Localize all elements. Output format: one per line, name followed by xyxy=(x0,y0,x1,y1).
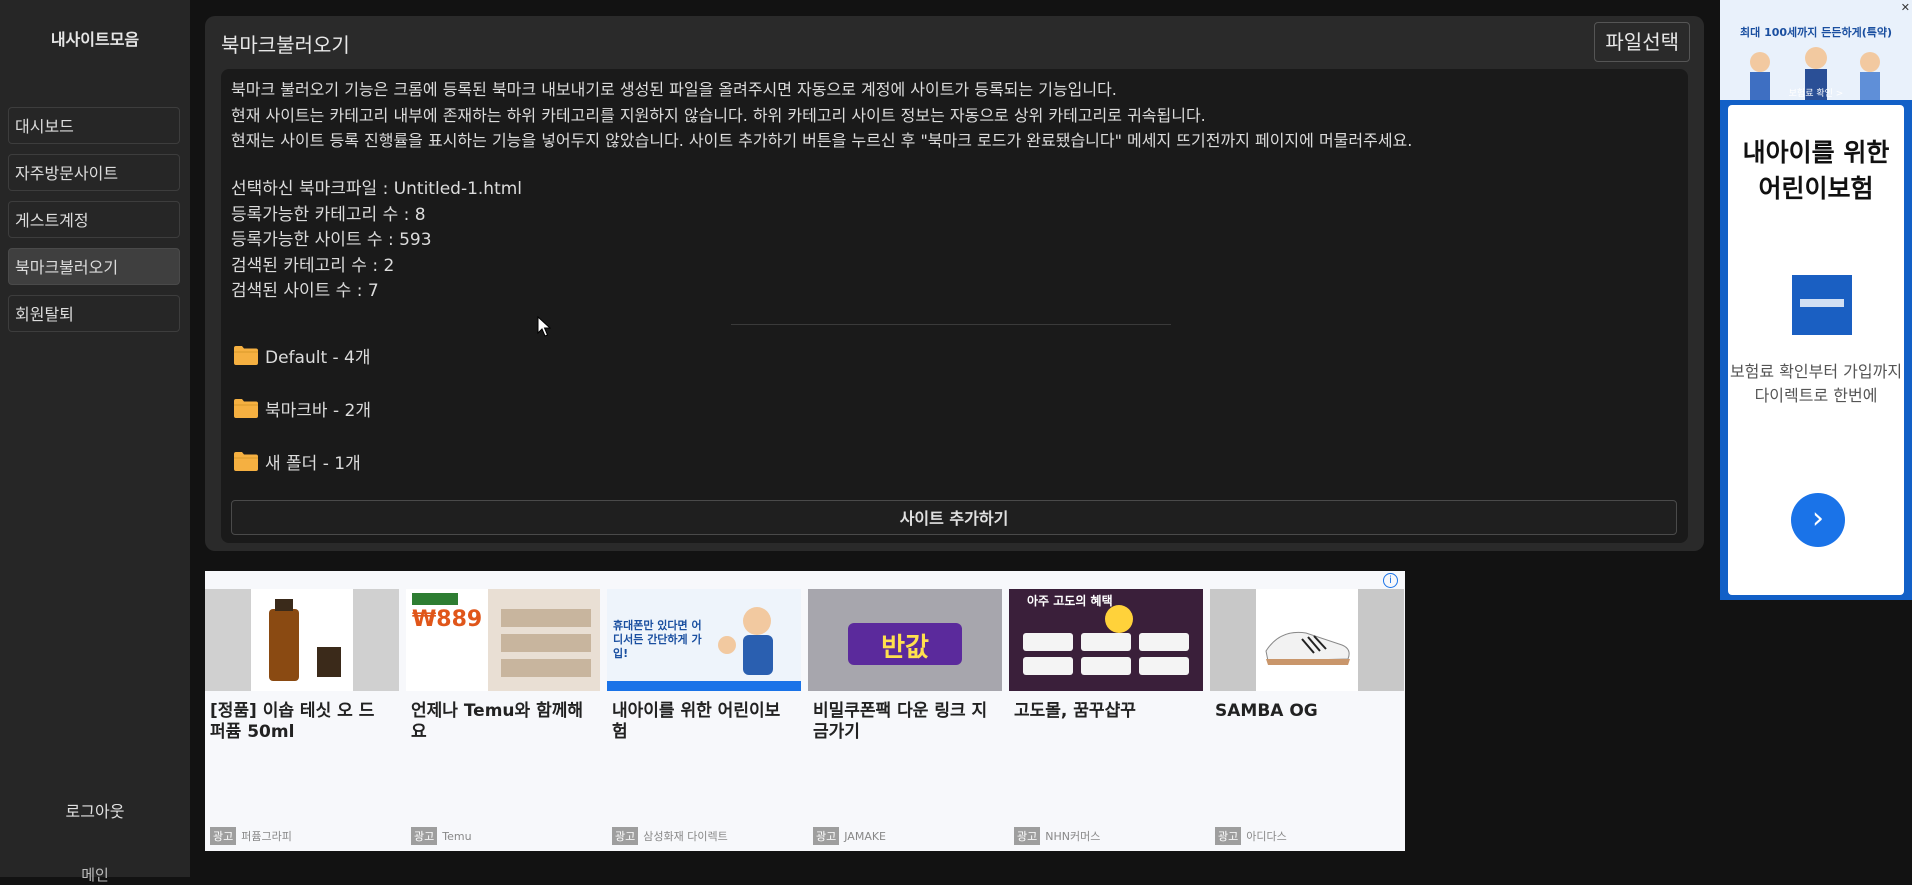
ad-footer: 광고 퍼퓸그라피 xyxy=(210,827,292,845)
folder-item[interactable]: 새 폴더 - 1개 xyxy=(233,446,361,476)
file-stats: 선택하신 북마크파일 : Untitled-1.html 등록가능한 카테고리 … xyxy=(231,177,522,305)
sidebar-item-import-bookmarks[interactable]: 북마크불러오기 xyxy=(8,248,180,285)
description: 북마크 불러오기 기능은 크롬에 등록된 북마크 내보내기로 생성된 파일을 올… xyxy=(231,77,1412,154)
ad-footer: 광고 NHN커머스 xyxy=(1014,827,1100,845)
file-select-button[interactable]: 파일선택 xyxy=(1594,22,1690,62)
ad-advertiser: Temu xyxy=(442,829,472,843)
ad-info-icon[interactable]: i xyxy=(1383,573,1398,588)
ad-card[interactable]: 아주 고도의 혜택 고도몰, 꿈꾸샵꾸 광고 NHN커머스 xyxy=(1009,589,1203,849)
ad-title[interactable]: SAMBA OG xyxy=(1215,701,1395,722)
ad-image-text: 아주 고도의 혜택 xyxy=(1027,594,1113,608)
ad-badge: 광고 xyxy=(1014,827,1041,845)
ad-title[interactable]: 언제나 Temu와 함께해요 xyxy=(411,701,591,743)
ad-footer: 광고 Temu xyxy=(411,827,472,845)
description-line: 북마크 불러오기 기능은 크롬에 등록된 북마크 내보내기로 생성된 파일을 올… xyxy=(231,80,1117,99)
category-capacity-stat: 등록가능한 카테고리 수 : 8 xyxy=(231,204,426,225)
sidebar-item-guest-account[interactable]: 게스트계정 xyxy=(8,201,180,238)
ad-advertiser: NHN커머스 xyxy=(1045,830,1101,843)
ad-badge: 광고 xyxy=(210,827,237,845)
site-capacity-stat: 등록가능한 사이트 수 : 593 xyxy=(231,230,432,250)
family-illustration xyxy=(1720,0,1912,100)
ad-image-temu: ₩889 xyxy=(406,589,600,691)
description-line: 현재는 사이트 등록 진행률을 표시하는 기능을 넣어두지 않았습니다. 사이트… xyxy=(231,131,1413,150)
sidebar-item-withdraw[interactable]: 회원탈퇴 xyxy=(8,295,180,332)
ad-image-coupon: 반값 xyxy=(808,589,1002,691)
ad-image-text: 반값 xyxy=(881,633,929,663)
ad-banner-bottom[interactable]: i [정품] 이솝 테싯 오 드 퍼퓸 50ml 광고 퍼퓸그라피 ₩889 언… xyxy=(205,571,1405,851)
ad-advertiser: JAMAKE xyxy=(844,829,887,843)
ad-right-headline: 내아이를 위한 어린이보험 xyxy=(1742,138,1890,203)
ad-card[interactable]: SAMBA OG 광고 아디다스 xyxy=(1210,589,1404,849)
folder-icon xyxy=(234,346,258,365)
panel-body: 북마크 불러오기 기능은 크롬에 등록된 북마크 내보내기로 생성된 파일을 올… xyxy=(221,69,1688,543)
ad-title[interactable]: [정품] 이솝 테싯 오 드 퍼퓸 50ml xyxy=(210,701,390,743)
ad-right-card[interactable]: 내아이를 위한 어린이보험 보험료 확인부터 가입까지 다이렉트로 한번에 › xyxy=(1728,105,1904,595)
selected-file-stat: 선택하신 북마크파일 : Untitled-1.html xyxy=(231,179,523,199)
ad-advertiser: 퍼퓸그라피 xyxy=(241,830,292,843)
ad-advertiser: 삼성화재 다이렉트 xyxy=(643,830,728,843)
folder-label: 북마크바 - 2개 xyxy=(265,400,371,421)
ad-title[interactable]: 비밀쿠폰팩 다운 링크 지금가기 xyxy=(813,701,993,743)
sidebar-item-frequent-sites[interactable]: 자주방문사이트 xyxy=(8,154,180,191)
ad-badge: 광고 xyxy=(612,827,639,845)
page-title: 북마크불러오기 xyxy=(221,33,350,57)
ad-image-price: ₩889 xyxy=(412,607,483,632)
ad-right-top-cta[interactable]: 보험료 확인 > xyxy=(1720,86,1912,99)
ad-right-top-text: 최대 100세까지 든든하게(특약) xyxy=(1740,26,1892,39)
ad-badge: 광고 xyxy=(1215,827,1242,845)
main-link[interactable]: 메인 xyxy=(0,864,190,885)
ad-right-go-button[interactable]: › xyxy=(1791,493,1845,547)
ad-banner-right[interactable]: 최대 100세까지 든든하게(특약) 보험료 확인 > ✕ 내아이를 위한 어린… xyxy=(1720,0,1912,600)
found-category-stat: 검색된 카테고리 수 : 2 xyxy=(231,255,395,276)
ad-card[interactable]: 휴대폰만 있다면 어디서든 간단하게 가입! 내아이를 위한 어린이보험 광고 … xyxy=(607,589,801,849)
folder-icon xyxy=(234,399,258,418)
perfume-image xyxy=(205,589,399,691)
divider xyxy=(731,324,1171,325)
folder-icon xyxy=(234,452,258,471)
sneaker-image xyxy=(1210,589,1404,691)
ad-footer: 광고 삼성화재 다이렉트 xyxy=(612,827,728,845)
ad-footer: 광고 아디다스 xyxy=(1215,827,1287,845)
bookmark-import-panel: 북마크불러오기 파일선택 북마크 불러오기 기능은 크롬에 등록된 북마크 내보… xyxy=(205,16,1704,551)
folder-label: 새 폴더 - 1개 xyxy=(265,453,361,474)
close-icon[interactable]: ✕ xyxy=(1901,1,1910,14)
sidebar-item-dashboard[interactable]: 대시보드 xyxy=(8,107,180,144)
mouse-cursor-icon xyxy=(537,316,551,337)
found-site-stat: 검색된 사이트 수 : 7 xyxy=(231,281,379,301)
ad-card[interactable]: 반값 비밀쿠폰팩 다운 링크 지금가기 광고 JAMAKE xyxy=(808,589,1002,849)
ad-footer: 광고 JAMAKE xyxy=(813,827,886,845)
add-sites-button[interactable]: 사이트 추가하기 xyxy=(231,500,1677,535)
insurance-logo-image xyxy=(1792,275,1852,335)
sidebar-nav: 대시보드 자주방문사이트 게스트계정 북마크불러오기 회원탈퇴 xyxy=(8,107,180,342)
ad-right-subtext: 보험료 확인부터 가입까지 다이렉트로 한번에 xyxy=(1729,362,1903,405)
ad-title[interactable]: 내아이를 위한 어린이보험 xyxy=(612,701,792,743)
sidebar: 내사이트모음 대시보드 자주방문사이트 게스트계정 북마크불러오기 회원탈퇴 로… xyxy=(0,0,190,884)
description-line: 현재 사이트는 카테고리 내부에 존재하는 하위 카테고리를 지원하지 않습니다… xyxy=(231,105,1206,125)
folder-item[interactable]: Default - 4개 xyxy=(233,340,371,370)
brand-title[interactable]: 내사이트모음 xyxy=(0,26,190,50)
ad-title[interactable]: 고도몰, 꿈꾸샵꾸 xyxy=(1014,701,1194,722)
ad-badge: 광고 xyxy=(813,827,840,845)
ad-image-insurance: 휴대폰만 있다면 어디서든 간단하게 가입! xyxy=(607,589,801,691)
ad-image-godomall: 아주 고도의 혜택 xyxy=(1009,589,1203,691)
ad-badge: 광고 xyxy=(411,827,438,845)
ad-image-text: 휴대폰만 있다면 어디서든 간단하게 가입! xyxy=(613,619,702,660)
ad-right-header-image: 최대 100세까지 든든하게(특약) 보험료 확인 > xyxy=(1720,0,1912,100)
folder-label: Default - 4개 xyxy=(265,347,371,368)
folder-item[interactable]: 북마크바 - 2개 xyxy=(233,393,371,423)
ad-card[interactable]: ₩889 언제나 Temu와 함께해요 광고 Temu xyxy=(406,589,600,849)
logout-button[interactable]: 로그아웃 xyxy=(0,798,190,822)
ad-image-perfume xyxy=(205,589,399,691)
ad-image-sneaker xyxy=(1210,589,1404,691)
temu-image xyxy=(406,589,600,691)
ad-card[interactable]: [정품] 이솝 테싯 오 드 퍼퓸 50ml 광고 퍼퓸그라피 xyxy=(205,589,399,849)
ad-advertiser: 아디다스 xyxy=(1246,830,1287,843)
